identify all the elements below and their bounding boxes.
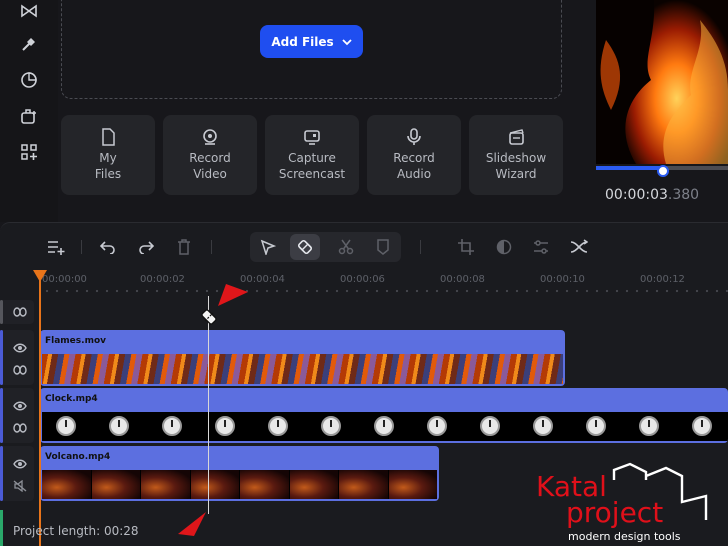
preview-video bbox=[596, 0, 728, 164]
clip-thumbnails bbox=[42, 354, 563, 384]
playhead-handle[interactable] bbox=[33, 270, 47, 282]
file-icon bbox=[61, 126, 155, 148]
transition-icon[interactable] bbox=[569, 237, 589, 257]
microphone-icon bbox=[367, 126, 461, 148]
eye-icon[interactable] bbox=[12, 340, 28, 356]
mute-icon[interactable] bbox=[12, 478, 28, 494]
transitions-icon[interactable] bbox=[18, 0, 40, 22]
clip-thumbnails bbox=[42, 470, 437, 499]
color-icon[interactable] bbox=[494, 237, 514, 257]
toolbar-separator bbox=[211, 240, 212, 254]
clip-title: Flames.mov bbox=[45, 336, 106, 346]
preview-timecode: 00:00:03.380 bbox=[605, 187, 699, 203]
filters-icon[interactable] bbox=[18, 69, 40, 91]
ruler-tick: 00:00:06 bbox=[340, 274, 385, 285]
eye-icon[interactable] bbox=[12, 456, 28, 472]
clip-title: Volcano.mp4 bbox=[45, 452, 111, 462]
watermark-logo: Katal project modern design tools bbox=[534, 462, 728, 546]
track-header bbox=[0, 330, 34, 385]
tile-label: Capture Screencast bbox=[278, 151, 346, 181]
pointer-icon[interactable] bbox=[258, 237, 278, 257]
eye-icon[interactable] bbox=[12, 398, 28, 414]
capture-screencast-tile[interactable]: Capture Screencast bbox=[265, 115, 359, 195]
link-icon[interactable] bbox=[12, 304, 28, 320]
ruler-tick: 00:00:10 bbox=[540, 274, 585, 285]
elements-icon[interactable] bbox=[18, 105, 40, 127]
add-files-label: Add Files bbox=[271, 34, 334, 49]
project-length: Project length: 00:28 bbox=[13, 524, 139, 538]
slideshow-wizard-tile[interactable]: Slideshow Wizard bbox=[469, 115, 563, 195]
toolbar-separator bbox=[420, 240, 421, 254]
marker-icon[interactable] bbox=[373, 237, 393, 257]
track-header bbox=[0, 446, 34, 501]
timecode-ms: .380 bbox=[667, 187, 700, 203]
clip-thumbnails bbox=[42, 412, 728, 441]
playhead[interactable] bbox=[39, 271, 41, 546]
sidebar bbox=[0, 0, 58, 222]
add-track-icon[interactable] bbox=[46, 237, 66, 257]
ruler-dots bbox=[42, 286, 728, 296]
link-icon[interactable] bbox=[12, 420, 28, 436]
redo-icon[interactable] bbox=[136, 237, 156, 257]
undo-icon[interactable] bbox=[98, 237, 118, 257]
slideshow-icon bbox=[469, 126, 563, 148]
video-clip[interactable]: Volcano.mp4 bbox=[40, 446, 439, 501]
preview-seek-knob[interactable] bbox=[657, 165, 669, 177]
webcam-icon bbox=[163, 126, 257, 148]
tile-label: Record Audio bbox=[393, 151, 435, 181]
effects-icon[interactable] bbox=[18, 33, 40, 55]
record-audio-tile[interactable]: Record Audio bbox=[367, 115, 461, 195]
chevron-down-icon bbox=[342, 38, 352, 45]
link-icon[interactable] bbox=[12, 362, 28, 378]
annotation-arrow bbox=[216, 280, 250, 312]
my-files-tile[interactable]: My Files bbox=[61, 115, 155, 195]
razor-icon[interactable] bbox=[295, 237, 315, 257]
more-icon[interactable] bbox=[18, 141, 40, 163]
track-header bbox=[0, 300, 34, 324]
toolbar-separator bbox=[81, 240, 82, 254]
scissors-icon[interactable] bbox=[336, 237, 356, 257]
clip-title: Clock.mp4 bbox=[45, 394, 98, 404]
monitor-icon bbox=[265, 126, 359, 148]
tile-label: Record Video bbox=[189, 151, 231, 181]
crop-icon[interactable] bbox=[456, 237, 476, 257]
track-header bbox=[0, 388, 34, 443]
adjust-icon[interactable] bbox=[531, 237, 551, 257]
ruler-tick: 00:00:00 bbox=[42, 274, 87, 285]
delete-icon[interactable] bbox=[174, 237, 194, 257]
status-marker bbox=[0, 510, 3, 546]
ruler-tick: 00:00:02 bbox=[140, 274, 185, 285]
watermark-line2: project bbox=[566, 496, 663, 529]
video-clip[interactable]: Flames.mov bbox=[40, 330, 565, 386]
ruler-tick: 00:00:08 bbox=[440, 274, 485, 285]
video-clip[interactable]: Clock.mp4 bbox=[40, 388, 728, 443]
tile-label: My Files bbox=[94, 151, 122, 181]
timecode-main: 00:00:03 bbox=[605, 187, 668, 203]
record-video-tile[interactable]: Record Video bbox=[163, 115, 257, 195]
watermark-line3: modern design tools bbox=[568, 530, 681, 543]
tile-label: Slideshow Wizard bbox=[485, 151, 547, 181]
add-files-button[interactable]: Add Files bbox=[260, 25, 363, 58]
annotation-arrow bbox=[174, 510, 208, 542]
ruler-tick: 00:00:12 bbox=[640, 274, 685, 285]
